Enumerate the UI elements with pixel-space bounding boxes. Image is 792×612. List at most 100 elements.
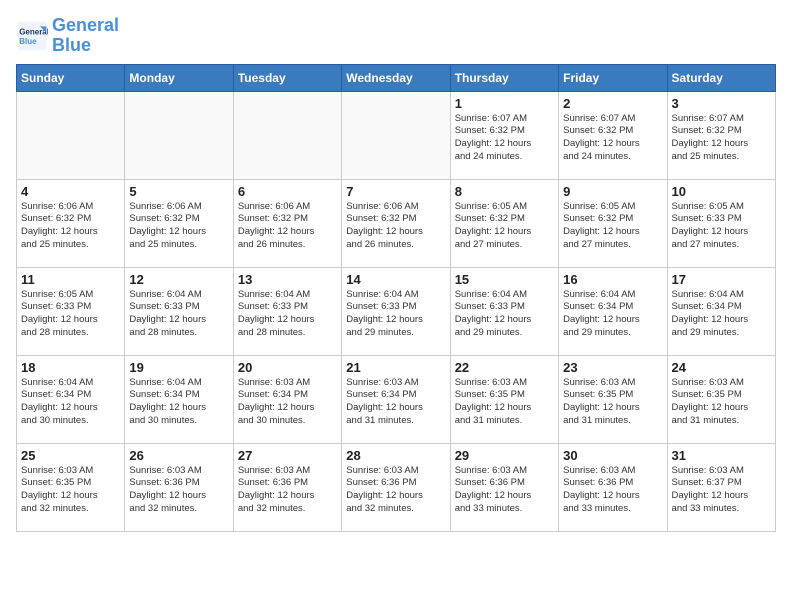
- calendar-cell: 24 Sunrise: 6:03 AM Sunset: 6:35 PM Dayli…: [667, 355, 775, 443]
- day-number: 9: [563, 184, 662, 199]
- calendar-cell: 19 Sunrise: 6:04 AM Sunset: 6:34 PM Dayli…: [125, 355, 233, 443]
- day-number: 13: [238, 272, 337, 287]
- day-info: Sunrise: 6:03 AM Sunset: 6:34 PM Dayligh…: [346, 377, 445, 428]
- day-number: 31: [672, 448, 771, 463]
- day-number: 22: [455, 360, 554, 375]
- day-number: 3: [672, 96, 771, 111]
- calendar-week-3: 11 Sunrise: 6:05 AM Sunset: 6:33 PM Dayli…: [17, 267, 776, 355]
- day-number: 16: [563, 272, 662, 287]
- calendar-cell: 13 Sunrise: 6:04 AM Sunset: 6:33 PM Dayli…: [233, 267, 341, 355]
- day-number: 27: [238, 448, 337, 463]
- calendar-cell: [342, 91, 450, 179]
- day-number: 8: [455, 184, 554, 199]
- day-number: 23: [563, 360, 662, 375]
- day-info: Sunrise: 6:04 AM Sunset: 6:33 PM Dayligh…: [238, 289, 337, 340]
- calendar-cell: 1 Sunrise: 6:07 AM Sunset: 6:32 PM Daylig…: [450, 91, 558, 179]
- day-number: 5: [129, 184, 228, 199]
- svg-text:Blue: Blue: [19, 37, 37, 46]
- calendar-cell: 15Sunrise: 6:04 AM Sunset: 6:33 PM Dayli…: [450, 267, 558, 355]
- day-number: 28: [346, 448, 445, 463]
- day-number: 10: [672, 184, 771, 199]
- calendar-cell: 5 Sunrise: 6:06 AM Sunset: 6:32 PM Daylig…: [125, 179, 233, 267]
- calendar-week-2: 4 Sunrise: 6:06 AM Sunset: 6:32 PM Daylig…: [17, 179, 776, 267]
- calendar-cell: 7 Sunrise: 6:06 AM Sunset: 6:32 PM Daylig…: [342, 179, 450, 267]
- day-number: 1: [455, 96, 554, 111]
- day-number: 18: [21, 360, 120, 375]
- day-number: 30: [563, 448, 662, 463]
- calendar-cell: 22 Sunrise: 6:03 AM Sunset: 6:35 PM Dayli…: [450, 355, 558, 443]
- calendar-cell: 18 Sunrise: 6:04 AM Sunset: 6:34 PM Dayli…: [17, 355, 125, 443]
- day-number: 26: [129, 448, 228, 463]
- day-info: Sunrise: 6:03 AM Sunset: 6:35 PM Dayligh…: [455, 377, 554, 428]
- day-info: Sunrise: 6:06 AM Sunset: 6:32 PM Dayligh…: [21, 201, 120, 252]
- day-number: 24: [672, 360, 771, 375]
- calendar-cell: 2 Sunrise: 6:07 AM Sunset: 6:32 PM Daylig…: [559, 91, 667, 179]
- day-info: Sunrise: 6:03 AM Sunset: 6:35 PM Dayligh…: [672, 377, 771, 428]
- day-number: 14: [346, 272, 445, 287]
- calendar-table: SundayMondayTuesdayWednesdayThursdayFrid…: [16, 64, 776, 532]
- day-info: Sunrise: 6:07 AM Sunset: 6:32 PM Dayligh…: [563, 113, 662, 164]
- day-number: 6: [238, 184, 337, 199]
- day-number: 20: [238, 360, 337, 375]
- calendar-cell: [17, 91, 125, 179]
- calendar-cell: 30 Sunrise: 6:03 AM Sunset: 6:36 PM Dayli…: [559, 443, 667, 531]
- day-number: 25: [21, 448, 120, 463]
- page-header: General Blue General Blue: [16, 16, 776, 56]
- calendar-cell: 10Sunrise: 6:05 AM Sunset: 6:33 PM Dayli…: [667, 179, 775, 267]
- logo-icon: General Blue: [16, 20, 48, 52]
- calendar-cell: 14 Sunrise: 6:04 AM Sunset: 6:33 PM Dayli…: [342, 267, 450, 355]
- day-info: Sunrise: 6:03 AM Sunset: 6:35 PM Dayligh…: [563, 377, 662, 428]
- day-number: 7: [346, 184, 445, 199]
- calendar-cell: 26 Sunrise: 6:03 AM Sunset: 6:36 PM Dayli…: [125, 443, 233, 531]
- day-info: Sunrise: 6:07 AM Sunset: 6:32 PM Dayligh…: [672, 113, 771, 164]
- calendar-cell: 16 Sunrise: 6:04 AM Sunset: 6:34 PM Dayli…: [559, 267, 667, 355]
- day-info: Sunrise: 6:05 AM Sunset: 6:33 PM Dayligh…: [21, 289, 120, 340]
- calendar-week-1: 1 Sunrise: 6:07 AM Sunset: 6:32 PM Daylig…: [17, 91, 776, 179]
- day-info: Sunrise: 6:03 AM Sunset: 6:35 PM Dayligh…: [21, 465, 120, 516]
- day-info: Sunrise: 6:03 AM Sunset: 6:36 PM Dayligh…: [563, 465, 662, 516]
- day-info: Sunrise: 6:05 AM Sunset: 6:32 PM Dayligh…: [563, 201, 662, 252]
- day-info: Sunrise: 6:07 AM Sunset: 6:32 PM Dayligh…: [455, 113, 554, 164]
- weekday-header-tuesday: Tuesday: [233, 64, 341, 91]
- day-info: Sunrise: 6:03 AM Sunset: 6:37 PM Dayligh…: [672, 465, 771, 516]
- calendar-cell: [125, 91, 233, 179]
- calendar-cell: 29 Sunrise: 6:03 AM Sunset: 6:36 PM Dayli…: [450, 443, 558, 531]
- day-number: 19: [129, 360, 228, 375]
- day-info: Sunrise: 6:04 AM Sunset: 6:33 PM Dayligh…: [129, 289, 228, 340]
- day-info: Sunrise: 6:06 AM Sunset: 6:32 PM Dayligh…: [238, 201, 337, 252]
- calendar-cell: 27 Sunrise: 6:03 AM Sunset: 6:36 PM Dayli…: [233, 443, 341, 531]
- day-info: Sunrise: 6:03 AM Sunset: 6:36 PM Dayligh…: [238, 465, 337, 516]
- day-info: Sunrise: 6:03 AM Sunset: 6:36 PM Dayligh…: [346, 465, 445, 516]
- day-number: 11: [21, 272, 120, 287]
- calendar-cell: [233, 91, 341, 179]
- day-info: Sunrise: 6:03 AM Sunset: 6:36 PM Dayligh…: [129, 465, 228, 516]
- calendar-cell: 28 Sunrise: 6:03 AM Sunset: 6:36 PM Dayli…: [342, 443, 450, 531]
- weekday-header-saturday: Saturday: [667, 64, 775, 91]
- weekday-header-friday: Friday: [559, 64, 667, 91]
- calendar-cell: 6 Sunrise: 6:06 AM Sunset: 6:32 PM Daylig…: [233, 179, 341, 267]
- weekday-header-sunday: Sunday: [17, 64, 125, 91]
- day-number: 2: [563, 96, 662, 111]
- day-info: Sunrise: 6:04 AM Sunset: 6:34 PM Dayligh…: [563, 289, 662, 340]
- calendar-header-row: SundayMondayTuesdayWednesdayThursdayFrid…: [17, 64, 776, 91]
- calendar-cell: 11 Sunrise: 6:05 AM Sunset: 6:33 PM Dayli…: [17, 267, 125, 355]
- logo: General Blue General Blue: [16, 16, 119, 56]
- calendar-cell: 25 Sunrise: 6:03 AM Sunset: 6:35 PM Dayli…: [17, 443, 125, 531]
- calendar-cell: 8 Sunrise: 6:05 AM Sunset: 6:32 PM Daylig…: [450, 179, 558, 267]
- day-info: Sunrise: 6:06 AM Sunset: 6:32 PM Dayligh…: [346, 201, 445, 252]
- day-number: 29: [455, 448, 554, 463]
- calendar-cell: 4 Sunrise: 6:06 AM Sunset: 6:32 PM Daylig…: [17, 179, 125, 267]
- calendar-cell: 23 Sunrise: 6:03 AM Sunset: 6:35 PM Dayli…: [559, 355, 667, 443]
- day-info: Sunrise: 6:05 AM Sunset: 6:32 PM Dayligh…: [455, 201, 554, 252]
- day-number: 4: [21, 184, 120, 199]
- day-info: Sunrise: 6:04 AM Sunset: 6:34 PM Dayligh…: [21, 377, 120, 428]
- day-info: Sunrise: 6:04 AM Sunset: 6:33 PM Dayligh…: [346, 289, 445, 340]
- calendar-cell: 3 Sunrise: 6:07 AM Sunset: 6:32 PM Daylig…: [667, 91, 775, 179]
- day-info: Sunrise: 6:06 AM Sunset: 6:32 PM Dayligh…: [129, 201, 228, 252]
- day-info: Sunrise: 6:04 AM Sunset: 6:34 PM Dayligh…: [129, 377, 228, 428]
- day-info: Sunrise: 6:04 AM Sunset: 6:34 PM Dayligh…: [672, 289, 771, 340]
- calendar-cell: 9 Sunrise: 6:05 AM Sunset: 6:32 PM Daylig…: [559, 179, 667, 267]
- logo-text: General Blue: [52, 16, 119, 56]
- weekday-header-thursday: Thursday: [450, 64, 558, 91]
- day-info: Sunrise: 6:03 AM Sunset: 6:36 PM Dayligh…: [455, 465, 554, 516]
